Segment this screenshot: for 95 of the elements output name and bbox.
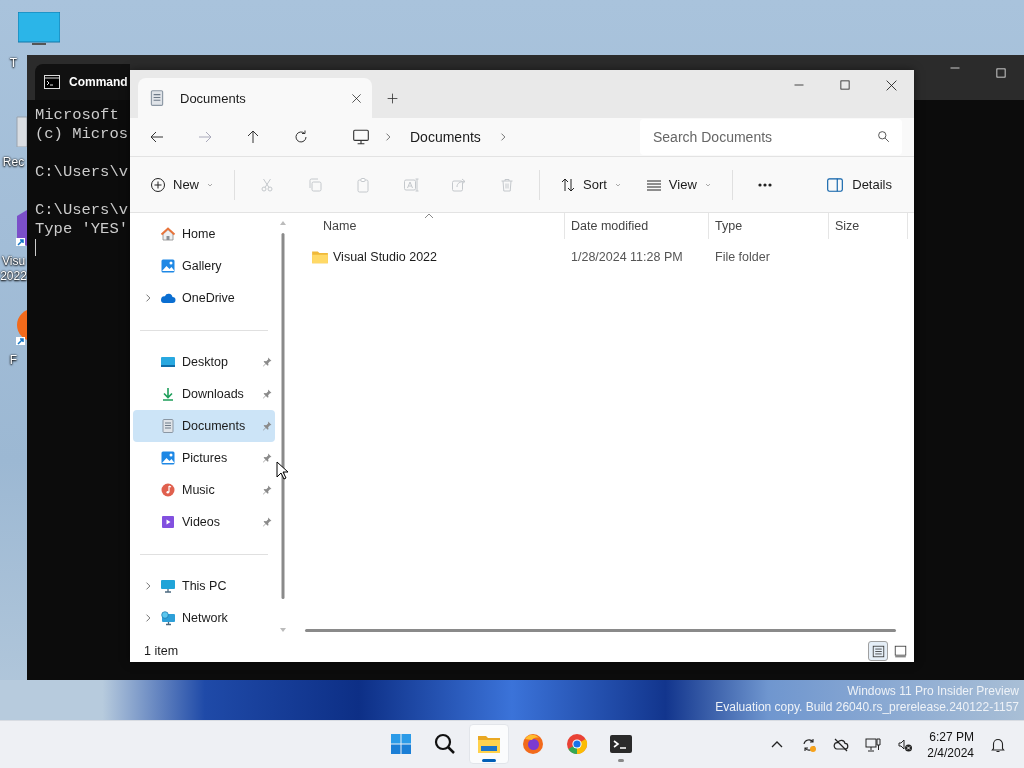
monitor-icon xyxy=(18,12,60,48)
pin-icon xyxy=(261,356,273,368)
document-icon xyxy=(160,418,176,434)
console-line: (c) Micros xyxy=(35,125,128,144)
start-icon xyxy=(389,732,413,756)
forward-arrow-icon xyxy=(197,129,213,145)
console-line: Microsoft xyxy=(35,106,119,125)
desktop-icon-label: F xyxy=(9,353,18,368)
pin-icon xyxy=(261,516,273,528)
pin-icon xyxy=(261,388,273,400)
close-icon xyxy=(351,92,362,104)
date-modified-text: 1/28/2024 11:28 PM xyxy=(571,250,683,264)
browser-icon xyxy=(565,732,589,756)
nav-item[interactable]: Videos xyxy=(133,506,275,538)
column-header[interactable]: Type xyxy=(709,213,829,239)
window-tab[interactable]: Documents xyxy=(138,78,372,118)
search-icon xyxy=(433,732,457,756)
download-icon xyxy=(160,386,176,402)
running-indicator xyxy=(618,759,624,762)
minimize-icon[interactable] xyxy=(949,67,961,69)
sync-icon xyxy=(801,736,818,753)
bell-icon xyxy=(990,736,1006,753)
nav-item[interactable]: Home xyxy=(133,218,275,250)
window-tab[interactable]: Command xyxy=(35,64,130,100)
music-icon xyxy=(160,482,176,498)
panel-icon xyxy=(826,175,845,194)
video-icon xyxy=(160,514,176,530)
vertical-scrollbar[interactable] xyxy=(279,219,287,634)
text-cursor xyxy=(35,239,36,256)
refresh-icon xyxy=(293,129,309,145)
maximize-icon xyxy=(839,79,851,91)
nav-item[interactable]: Downloads xyxy=(133,378,275,410)
nav-item[interactable]: Network xyxy=(133,602,275,634)
up-arrow-icon xyxy=(245,129,261,145)
file-row[interactable]: Visual Studio 2022 1/28/2024 11:28 PM File folder xyxy=(293,242,914,272)
app-shortcut-icon xyxy=(15,210,27,246)
watermark-text: Evaluation copy. Build 26040.rs_prerelease.240122-1157 xyxy=(715,699,1019,715)
desktop-icon-label: T xyxy=(9,56,18,71)
desktop-icon xyxy=(160,354,176,370)
monitor-icon xyxy=(352,128,370,146)
file-type-text: File folder xyxy=(715,250,770,264)
console-line: Type 'YES' xyxy=(35,220,128,239)
house-icon xyxy=(160,226,176,242)
sort-caret-icon xyxy=(423,213,434,219)
desktop-icon-label: Visu xyxy=(1,254,26,269)
computer-icon xyxy=(160,578,176,594)
pin-icon xyxy=(261,452,273,464)
folder-icon xyxy=(311,248,329,266)
mouse-pointer-icon xyxy=(276,461,288,480)
search-icon xyxy=(877,130,890,143)
plus-icon xyxy=(385,91,399,105)
cloud-off-icon xyxy=(833,736,850,753)
details-view-button[interactable] xyxy=(868,641,888,661)
new-menu-button[interactable]: New xyxy=(142,167,222,202)
desktop-icon-label: Rec xyxy=(2,155,25,170)
details-button[interactable]: Details xyxy=(820,167,898,202)
nav-item[interactable]: This PC xyxy=(133,570,275,602)
nav-item[interactable]: Gallery xyxy=(133,250,275,282)
sort-menu-button[interactable]: Sort xyxy=(552,167,630,202)
column-header[interactable]: Name xyxy=(293,213,565,239)
close-icon xyxy=(884,78,898,92)
running-indicator xyxy=(482,759,496,762)
image-icon xyxy=(160,450,176,466)
minimize-icon xyxy=(793,84,805,86)
terminal-icon xyxy=(609,732,633,756)
console-line: C:\Users\v xyxy=(35,163,128,182)
document-icon xyxy=(148,89,166,107)
network-icon xyxy=(160,610,176,626)
nav-item[interactable]: OneDrive xyxy=(133,282,275,314)
horizontal-scrollbar[interactable] xyxy=(305,629,896,632)
search-field[interactable]: Search Documents xyxy=(640,119,902,155)
column-header[interactable]: Size xyxy=(829,213,908,239)
desktop-icon-label: 2022 xyxy=(0,269,27,284)
nav-item[interactable]: Pictures xyxy=(133,442,275,474)
pin-icon xyxy=(261,484,273,496)
console-icon xyxy=(44,75,60,89)
status-text: 1 item xyxy=(144,644,179,658)
console-line: C:\Users\v xyxy=(35,201,128,220)
tiles-view-icon xyxy=(893,644,907,658)
view-menu-button[interactable]: View xyxy=(637,167,720,202)
browser-icon xyxy=(521,732,545,756)
nav-item[interactable]: Desktop xyxy=(133,346,275,378)
watermark-text: Windows 11 Pro Insider Preview xyxy=(847,683,1019,699)
nav-item[interactable]: Music xyxy=(133,474,275,506)
clock[interactable]: 6:27 PM 2/4/2024 xyxy=(921,728,982,761)
nav-item[interactable]: Documents xyxy=(133,410,275,442)
back-arrow-icon xyxy=(149,129,165,145)
image-icon xyxy=(160,258,176,274)
details-view-icon xyxy=(871,644,885,658)
wired-network-icon xyxy=(865,736,882,753)
maximize-icon[interactable] xyxy=(995,67,1007,79)
pin-icon xyxy=(261,420,273,432)
column-header[interactable]: Date modified xyxy=(565,213,709,239)
breadcrumb[interactable]: Documents xyxy=(406,129,485,145)
file-name: Visual Studio 2022 xyxy=(333,250,438,264)
